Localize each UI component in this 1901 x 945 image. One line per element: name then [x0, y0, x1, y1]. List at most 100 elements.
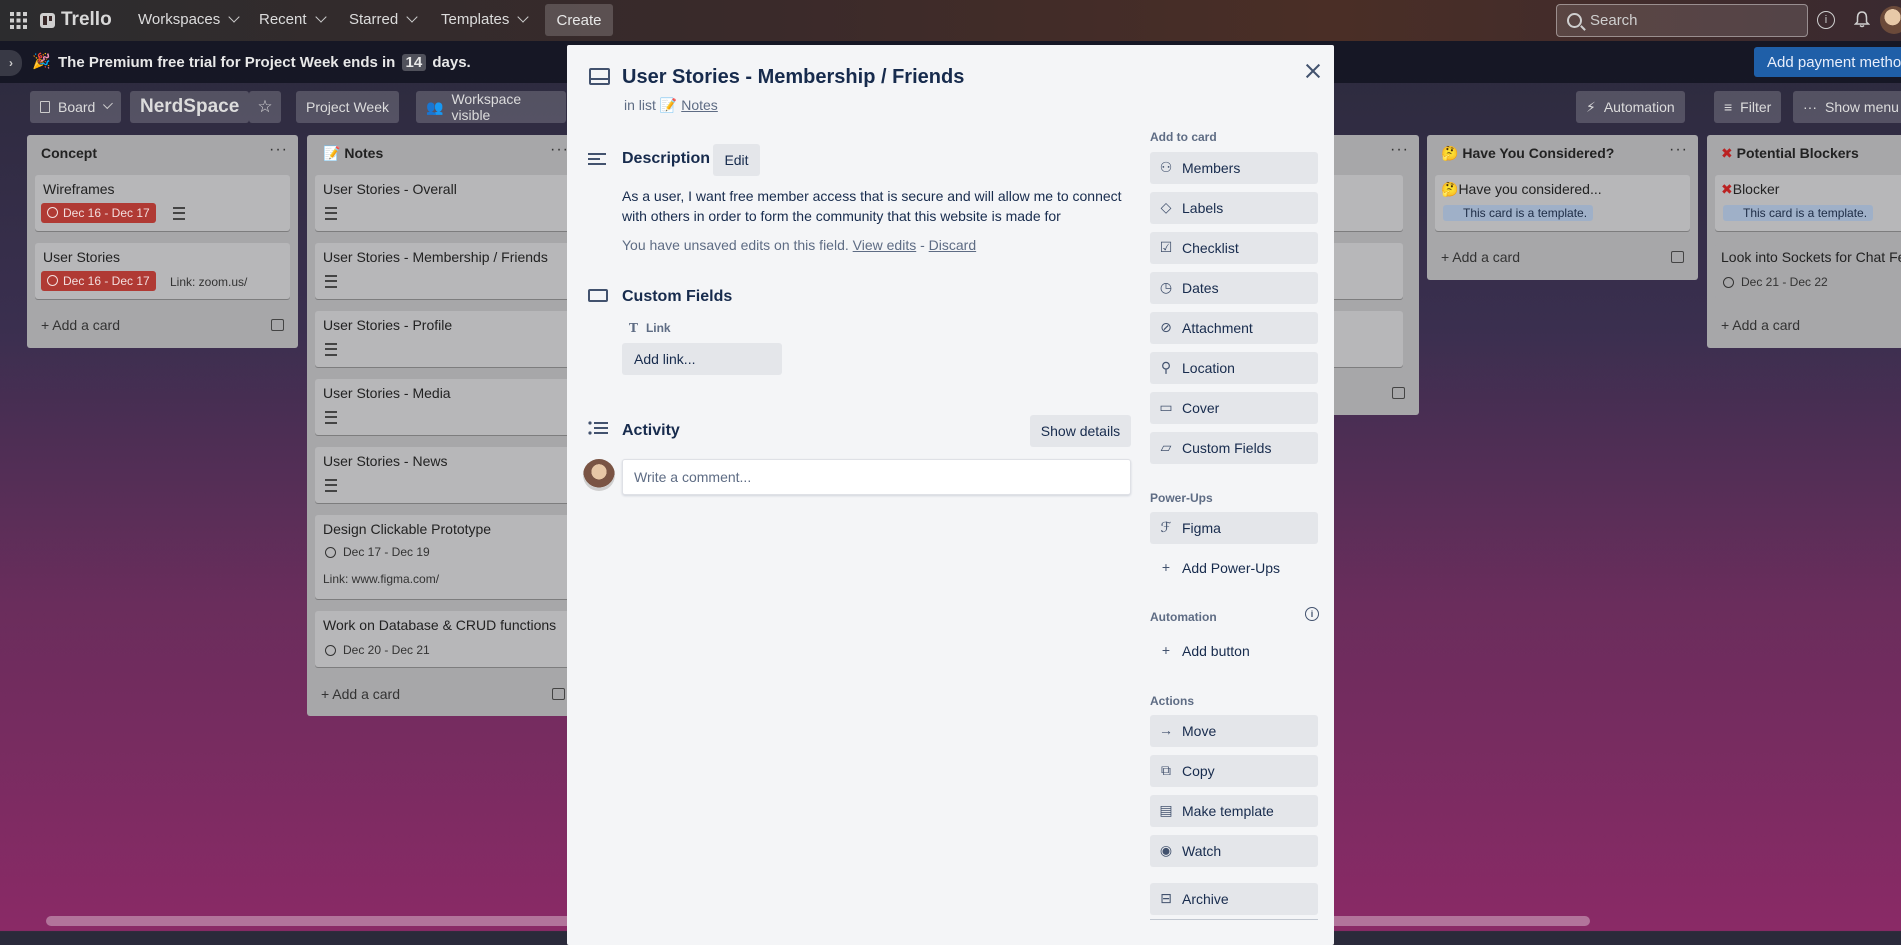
card-template-icon[interactable] — [1671, 251, 1684, 263]
automation-button[interactable]: ⚡ Automation — [1576, 91, 1685, 123]
list-card[interactable]: Work on Database & CRUD functions Dec 20… — [315, 611, 571, 667]
add-payment-method-button[interactable]: Add payment method — [1754, 47, 1901, 77]
board-name[interactable]: NerdSpace — [130, 91, 250, 123]
list-card[interactable]: User Stories - Profile — [315, 311, 571, 367]
card-link-field: Link: zoom.us/ — [170, 275, 248, 289]
comment-input[interactable]: Write a comment... — [622, 459, 1131, 495]
close-icon[interactable] — [1303, 61, 1323, 81]
list-card[interactable]: User Stories - News — [315, 447, 571, 503]
bell-icon[interactable] — [1854, 11, 1870, 28]
star-icon[interactable]: ☆ — [249, 91, 281, 123]
date-badge[interactable]: Dec 21 - Dec 22 — [1723, 275, 1828, 289]
list-title[interactable]: Concept — [41, 145, 97, 161]
nav-workspaces[interactable]: Workspaces — [138, 11, 240, 28]
members-button[interactable]: ⚇ Members — [1150, 152, 1318, 184]
more-icon: ··· — [1803, 99, 1817, 115]
description-text[interactable]: As a user, I want free member access tha… — [622, 186, 1132, 226]
user-avatar[interactable] — [1880, 6, 1901, 34]
search-input[interactable]: Search — [1556, 4, 1808, 37]
card-icon — [589, 68, 610, 85]
make-template-button[interactable]: ▤ Make template — [1150, 795, 1318, 827]
person-icon: ⚇ — [1159, 159, 1173, 175]
date-badge[interactable]: Dec 20 - Dec 21 — [325, 643, 430, 657]
card-title[interactable]: User Stories - Membership / Friends — [622, 66, 964, 89]
info-icon[interactable]: i — [1817, 11, 1835, 29]
trello-logo[interactable]: Trello — [40, 9, 112, 31]
list-title[interactable]: 📝 Notes — [323, 145, 383, 162]
party-icon: 🎉 — [32, 53, 51, 70]
due-date-badge[interactable]: Dec 16 - Dec 17 — [41, 271, 156, 291]
add-power-ups-button[interactable]: + Add Power-Ups — [1150, 552, 1318, 584]
list-card[interactable]: Design Clickable Prototype Dec 17 - Dec … — [315, 515, 571, 599]
custom-fields-button[interactable]: ▱ Custom Fields — [1150, 432, 1318, 464]
copy-button[interactable]: ⧉ Copy — [1150, 755, 1318, 787]
list-card[interactable]: User Stories - Media — [315, 379, 571, 435]
custom-fields-heading: Custom Fields — [622, 288, 733, 305]
attachment-button[interactable]: ⊘ Attachment — [1150, 312, 1318, 344]
card-template-icon[interactable] — [552, 688, 565, 700]
list-menu-icon[interactable]: ··· — [269, 141, 288, 159]
labels-button[interactable]: ◇ Labels — [1150, 192, 1318, 224]
checkbox-icon: ☑ — [1159, 239, 1173, 255]
list-card[interactable]: User Stories - Membership / Friends — [315, 243, 571, 299]
nav-starred[interactable]: Starred — [349, 11, 418, 28]
add-card-button[interactable]: + Add a card — [41, 317, 120, 333]
show-details-button[interactable]: Show details — [1030, 415, 1131, 447]
list-card[interactable]: User Stories - Overall — [315, 175, 571, 231]
add-card-button[interactable]: + Add a card — [321, 686, 400, 702]
watch-button[interactable]: ◉ Watch — [1150, 835, 1318, 867]
archive-button[interactable]: ⊟ Archive — [1150, 883, 1318, 915]
checklist-button[interactable]: ☑ Checklist — [1150, 232, 1318, 264]
list-link[interactable]: Notes — [681, 97, 718, 113]
card-title: User Stories - Membership / Friends — [323, 249, 548, 265]
location-button[interactable]: ⚲ Location — [1150, 352, 1318, 384]
cover-button[interactable]: ▭ Cover — [1150, 392, 1318, 424]
list-card[interactable]: Look into Sockets for Chat Fe Dec 21 - D… — [1715, 243, 1901, 299]
filter-button[interactable]: ≡ Filter — [1714, 91, 1782, 123]
list-title[interactable]: 🤔 Have You Considered? — [1441, 145, 1614, 162]
add-card-button[interactable]: + Add a card — [1721, 317, 1800, 333]
create-button[interactable]: Create — [545, 4, 613, 36]
add-card-button[interactable]: + Add a card — [1441, 249, 1520, 265]
board-view-switcher[interactable]: Board — [30, 91, 121, 123]
template-icon: ▤ — [1159, 802, 1173, 818]
list-menu-icon[interactable]: ··· — [1669, 141, 1688, 159]
view-edits-link[interactable]: View edits — [853, 237, 917, 253]
discard-link[interactable]: Discard — [929, 237, 976, 253]
nav-templates[interactable]: Templates — [441, 11, 530, 28]
arrow-right-icon: → — [1159, 722, 1173, 738]
list-card[interactable]: Wireframes Dec 16 - Dec 17 — [35, 175, 290, 231]
edit-description-button[interactable]: Edit — [713, 144, 760, 176]
date-badge[interactable]: Dec 17 - Dec 19 — [325, 545, 430, 559]
card-template-icon[interactable] — [271, 319, 284, 331]
add-button-button[interactable]: + Add button — [1150, 635, 1318, 667]
list-potential-blockers: ✖ Potential Blockers ✖Blocker This card … — [1707, 135, 1901, 348]
move-button[interactable]: → Move — [1150, 715, 1318, 747]
archive-icon: ⊟ — [1160, 890, 1172, 906]
search-placeholder: Search — [1590, 12, 1638, 29]
memo-icon: 📝 — [323, 145, 345, 161]
sidebar-expand-icon[interactable]: › — [0, 50, 22, 76]
figma-power-up-button[interactable]: ℱ Figma — [1150, 512, 1318, 544]
list-card[interactable]: User Stories Dec 16 - Dec 17 Link: zoom.… — [35, 243, 290, 299]
list-title[interactable]: ✖ Potential Blockers — [1721, 145, 1859, 162]
text-type-icon: T — [629, 321, 638, 335]
list-card[interactable]: 🤔Have you considered... This card is a t… — [1435, 175, 1690, 231]
show-menu-button[interactable]: ··· Show menu — [1793, 91, 1901, 123]
description-icon — [173, 207, 185, 220]
list-notes: 📝 Notes ··· User Stories - Overall User … — [307, 135, 579, 716]
list-card[interactable]: ✖Blocker This card is a template. — [1715, 175, 1901, 231]
due-date-badge[interactable]: Dec 16 - Dec 17 — [41, 203, 156, 223]
project-week-button[interactable]: Project Week — [296, 91, 399, 123]
add-link-input[interactable]: Add link... — [622, 343, 782, 375]
visibility-button[interactable]: 👥 Workspace visible — [416, 91, 566, 123]
list-menu-icon[interactable]: ··· — [1390, 141, 1409, 159]
card-template-icon[interactable] — [1392, 387, 1405, 399]
trial-days-badge: 14 — [401, 54, 427, 71]
brand-name: Trello — [61, 9, 112, 30]
add-to-card-heading: Add to card — [1150, 130, 1217, 144]
nav-recent[interactable]: Recent — [259, 11, 327, 28]
info-icon[interactable]: i — [1305, 607, 1319, 621]
app-switcher-icon[interactable] — [10, 12, 27, 29]
dates-button[interactable]: ◷ Dates — [1150, 272, 1318, 304]
